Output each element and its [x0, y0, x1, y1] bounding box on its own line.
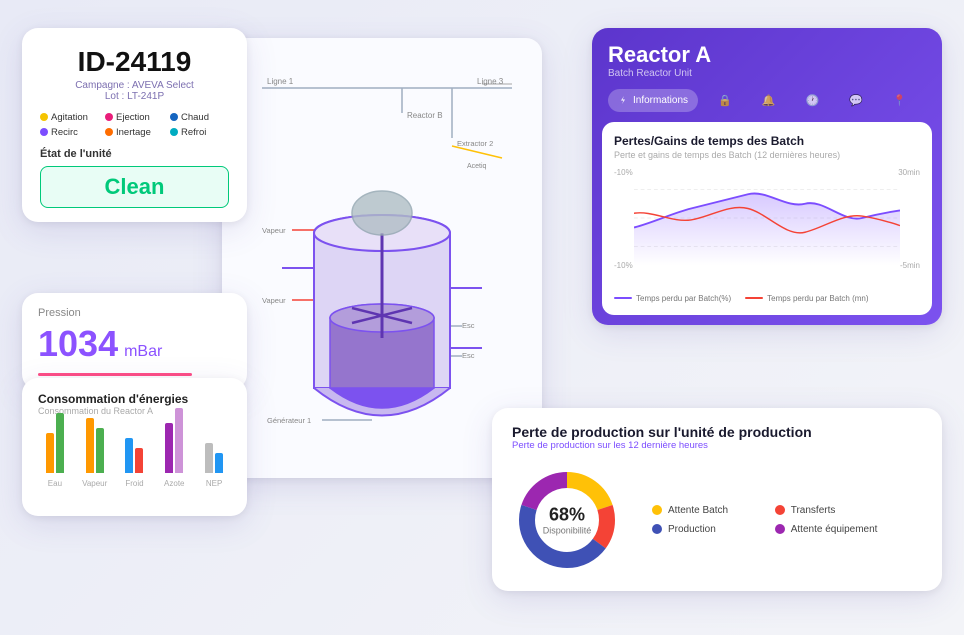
- tag-dot: [40, 128, 48, 136]
- donut-center: 68% Disponibilité: [543, 504, 592, 535]
- svg-text:Reactor B: Reactor B: [407, 111, 443, 120]
- y-axis-left: -10% -10%: [614, 168, 633, 270]
- tag-refroi: Refroi: [170, 127, 229, 138]
- unit-id: ID-24119: [40, 46, 229, 78]
- clock-icon: 🕐: [805, 94, 819, 107]
- reactor-title: Reactor A: [608, 42, 926, 68]
- energy-title: Consommation d'énergies: [38, 392, 231, 406]
- bar: [56, 413, 64, 473]
- tab-time[interactable]: 🕐: [795, 89, 829, 112]
- legend-dot: [775, 524, 785, 534]
- energy-card: Consommation d'énergies Consommation du …: [22, 378, 247, 516]
- bar: [96, 428, 104, 473]
- reactor-header: Reactor A Batch Reactor Unit: [592, 28, 942, 89]
- bar-nep: NEP: [197, 443, 231, 488]
- svg-text:Esc: Esc: [462, 351, 475, 360]
- tag-dot: [170, 128, 178, 136]
- tag-recirc: Recirc: [40, 127, 99, 138]
- svg-text:Générateur 1: Générateur 1: [267, 416, 311, 425]
- piping-card: Ligne 1 Ligne 3 Reactor B Extractor 2 Ac…: [222, 38, 542, 478]
- reactor-subtitle: Batch Reactor Unit: [608, 68, 926, 79]
- pressure-bar: [38, 373, 192, 376]
- donut-label: Disponibilité: [543, 525, 592, 535]
- tag-agitation: Agitation: [40, 112, 99, 123]
- tag-list: Agitation Ejection Chaud Recirc Inertage…: [40, 112, 229, 138]
- tag-dot: [105, 113, 113, 121]
- location-icon: 📍: [893, 94, 907, 107]
- y-axis-right: 30min -5min: [898, 168, 920, 270]
- line-chart: -10% -10% 30min -5min: [614, 168, 920, 288]
- tab-lock[interactable]: 🔒: [708, 89, 742, 112]
- tag-inertage: Inertage: [105, 127, 164, 138]
- svg-text:Ligne 1: Ligne 1: [267, 77, 294, 86]
- legend-transferts: Transferts: [775, 505, 878, 516]
- tab-informations[interactable]: Informations: [608, 89, 698, 112]
- reactor-tabs: Informations 🔒 🔔 🕐 💬 📍: [592, 89, 942, 122]
- tag-dot: [105, 128, 113, 136]
- bar: [135, 448, 143, 473]
- pressure-label: Pression: [38, 307, 231, 319]
- legend-attente-equip: Attente équipement: [775, 524, 878, 535]
- reactor-chart-area: Pertes/Gains de temps des Batch Perte et…: [602, 122, 932, 315]
- svg-text:Acetiq: Acetiq: [467, 163, 487, 170]
- svg-text:Extractor 2: Extractor 2: [457, 139, 493, 148]
- legend-dot: [775, 505, 785, 515]
- chart-title: Pertes/Gains de temps des Batch: [614, 134, 920, 148]
- bar-eau: Eau: [38, 413, 72, 488]
- pressure-card: Pression 1034 mBar: [22, 293, 247, 390]
- production-legend: Attente Batch Transferts Production Atte…: [652, 505, 877, 535]
- tab-sound[interactable]: 🔔: [752, 89, 786, 112]
- production-card: Perte de production sur l'unité de produ…: [492, 408, 942, 591]
- state-label: État de l'unité: [40, 148, 229, 160]
- tab-location[interactable]: 📍: [883, 89, 917, 112]
- lot-label: Lot : LT-241P: [40, 91, 229, 102]
- bar: [86, 418, 94, 473]
- tag-chaud: Chaud: [170, 112, 229, 123]
- bar: [165, 423, 173, 473]
- chart-legend: Temps perdu par Batch(%) Temps perdu par…: [614, 294, 920, 303]
- piping-diagram: Ligne 1 Ligne 3 Reactor B Extractor 2 Ac…: [222, 38, 542, 478]
- chat-icon: 💬: [849, 94, 863, 107]
- bar: [125, 438, 133, 473]
- legend-attente-batch: Attente Batch: [652, 505, 755, 516]
- production-content: 68% Disponibilité Attente Batch Transfer…: [512, 465, 922, 575]
- bar: [205, 443, 213, 473]
- legend-dot: [652, 524, 662, 534]
- legend-production: Production: [652, 524, 755, 535]
- tab-chat[interactable]: 💬: [839, 89, 873, 112]
- sound-icon: 🔔: [762, 94, 776, 107]
- bar-azote: Azote: [157, 408, 191, 488]
- id-card: ID-24119 Campagne : AVEVA Select Lot : L…: [22, 28, 247, 222]
- donut-percent: 68%: [543, 504, 592, 525]
- tag-dot: [170, 113, 178, 121]
- bar-froid: Froid: [118, 438, 152, 488]
- state-badge: Clean: [40, 166, 229, 208]
- legend-minutes: Temps perdu par Batch (mn): [745, 294, 868, 303]
- dashboard: ID-24119 Campagne : AVEVA Select Lot : L…: [22, 18, 942, 618]
- bar: [46, 433, 54, 473]
- bolt-icon: [618, 95, 628, 105]
- reactor-card: Reactor A Batch Reactor Unit Information…: [592, 28, 942, 325]
- svg-text:Vapeur: Vapeur: [262, 296, 286, 305]
- bar: [215, 453, 223, 473]
- svg-text:Ligne 3: Ligne 3: [477, 77, 504, 86]
- bar: [175, 408, 183, 473]
- tag-ejection: Ejection: [105, 112, 164, 123]
- donut-chart: 68% Disponibilité: [512, 465, 622, 575]
- svg-text:Vapeur: Vapeur: [262, 226, 286, 235]
- tag-dot: [40, 113, 48, 121]
- chart-subtitle: Perte et gains de temps des Batch (12 de…: [614, 150, 920, 160]
- chart-svg: [634, 168, 900, 268]
- legend-dot: [652, 505, 662, 515]
- bar-vapeur: Vapeur: [78, 418, 112, 488]
- production-subtitle: Perte de production sur les 12 dernière …: [512, 440, 922, 451]
- energy-bar-chart: Eau Vapeur Froid: [38, 426, 231, 506]
- pressure-value: 1034 mBar: [38, 323, 231, 365]
- lock-icon: 🔒: [718, 94, 732, 107]
- legend-percent: Temps perdu par Batch(%): [614, 294, 731, 303]
- production-title: Perte de production sur l'unité de produ…: [512, 424, 922, 440]
- svg-text:Esc: Esc: [462, 321, 475, 330]
- campaign-label: Campagne : AVEVA Select: [40, 80, 229, 91]
